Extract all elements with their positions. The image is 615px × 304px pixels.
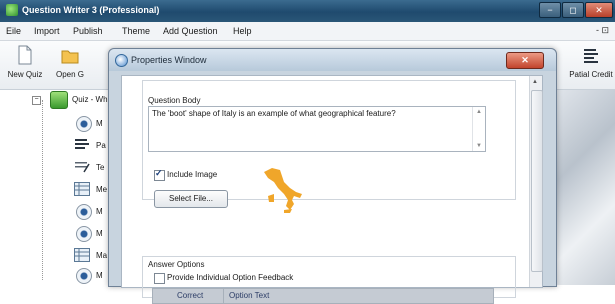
- scroll-up-icon[interactable]: ▲: [532, 79, 538, 85]
- radio-question-icon: [76, 268, 92, 284]
- tree-item-label: M: [96, 271, 103, 280]
- menu-add-question[interactable]: Add Question: [163, 26, 218, 36]
- partial-credit-icon: [584, 49, 598, 63]
- tree-item[interactable]: M: [0, 222, 120, 244]
- menu-theme[interactable]: Theme: [122, 26, 150, 36]
- new-quiz-button[interactable]: New Quiz: [4, 45, 46, 79]
- dialog-scrollbar[interactable]: ▲: [529, 76, 543, 287]
- new-quiz-label: New Quiz: [7, 70, 43, 79]
- options-table-header: Correct Option Text: [152, 288, 494, 304]
- app-logo-icon: [6, 4, 18, 16]
- tree-root-label: Quiz - Wh: [72, 95, 108, 104]
- open-folder-icon: [61, 50, 79, 64]
- app-title-bar[interactable]: Question Writer 3 (Professional) − ◻ ✕: [0, 0, 615, 22]
- open-label: Open G: [55, 70, 84, 79]
- tree-item[interactable]: M: [0, 200, 120, 222]
- tree-item[interactable]: Te: [0, 156, 120, 178]
- quiz-icon: [50, 91, 68, 109]
- tree-item-label: Me: [96, 185, 108, 194]
- open-button[interactable]: Open G: [52, 45, 88, 79]
- tree-item-label: Ma: [96, 251, 108, 260]
- properties-dialog: Properties Window ✕ Question Body The 'b…: [108, 48, 557, 304]
- dialog-icon: [115, 54, 128, 67]
- partial-credit-button[interactable]: Patial Credit: [568, 45, 614, 79]
- question-body-label: Question Body: [148, 96, 201, 105]
- tree-item-label: Te: [96, 163, 105, 172]
- tree-item[interactable]: Ma: [0, 244, 120, 266]
- include-image-label: Include Image: [167, 170, 218, 179]
- menu-import[interactable]: Import: [34, 26, 60, 36]
- app-title: Question Writer 3 (Professional): [22, 5, 160, 15]
- radio-question-icon: [76, 204, 92, 220]
- mdi-window-controls[interactable]: - ⊡: [596, 25, 609, 36]
- dialog-close-button[interactable]: ✕: [506, 52, 544, 69]
- matrix-question-icon: [74, 248, 90, 262]
- menu-publish[interactable]: Publish: [73, 26, 103, 36]
- include-image-checkbox[interactable]: [154, 168, 165, 181]
- close-button[interactable]: ✕: [585, 2, 613, 18]
- menu-help[interactable]: Help: [233, 26, 252, 36]
- column-correct[interactable]: Correct: [177, 291, 203, 300]
- tree-item[interactable]: Me: [0, 178, 120, 200]
- list-question-icon: [75, 139, 89, 149]
- menu-file[interactable]: Eile: [6, 26, 21, 36]
- matrix-question-icon: [74, 182, 90, 196]
- tree-item-label: Pa: [96, 141, 106, 150]
- dialog-title: Properties Window: [131, 55, 207, 65]
- dialog-title-bar[interactable]: Properties Window ✕: [109, 49, 556, 71]
- individual-feedback-checkbox[interactable]: [154, 273, 165, 284]
- scrollbar-thumb[interactable]: [531, 90, 543, 272]
- tree-item[interactable]: Pa: [0, 134, 120, 156]
- tree-item[interactable]: M: [0, 264, 120, 286]
- maximize-button[interactable]: ◻: [562, 2, 584, 18]
- tree-item[interactable]: M: [0, 112, 120, 134]
- question-body-input[interactable]: The 'boot' shape of Italy is an example …: [148, 106, 486, 152]
- scroll-down-icon[interactable]: ▼: [476, 143, 482, 149]
- column-divider: [223, 289, 224, 303]
- scroll-up-icon[interactable]: ▲: [476, 109, 482, 115]
- individual-feedback-label: Provide Individual Option Feedback: [167, 273, 294, 282]
- column-option-text[interactable]: Option Text: [229, 291, 269, 300]
- minimize-button[interactable]: −: [539, 2, 561, 18]
- answer-options-label: Answer Options: [148, 260, 205, 269]
- tree-item-label: M: [96, 229, 103, 238]
- new-document-icon: [18, 45, 32, 65]
- question-tree: − Quiz - Wh M Pa Te Me M M Ma M: [0, 90, 121, 285]
- collapse-icon[interactable]: −: [32, 96, 41, 105]
- menu-bar: Eile Import Publish Theme Add Question H…: [0, 22, 615, 41]
- question-body-scrollbar[interactable]: ▲ ▼: [472, 107, 485, 151]
- tree-root[interactable]: − Quiz - Wh: [0, 90, 120, 112]
- text-entry-icon: [75, 162, 90, 173]
- dialog-body: Question Body The 'boot' shape of Italy …: [121, 75, 543, 304]
- italy-map-image: [264, 168, 302, 213]
- radio-question-icon: [76, 116, 92, 132]
- tree-item-label: M: [96, 207, 103, 216]
- radio-question-icon: [76, 226, 92, 242]
- partial-credit-label: Patial Credit: [569, 70, 613, 79]
- question-text: The 'boot' shape of Italy is an example …: [152, 109, 396, 118]
- select-file-button[interactable]: Select File...: [154, 190, 228, 208]
- window-controls: − ◻ ✕: [539, 2, 613, 18]
- tree-item-label: M: [96, 119, 103, 128]
